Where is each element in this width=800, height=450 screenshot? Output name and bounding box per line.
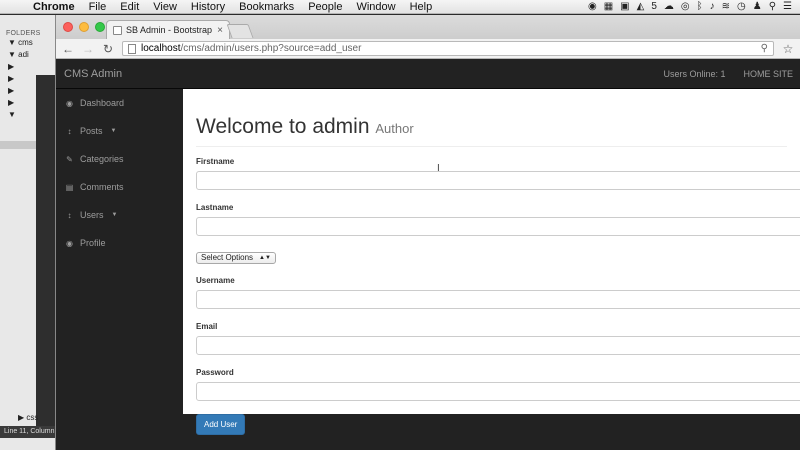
spotlight-search-icon[interactable]: ⚲ xyxy=(769,1,776,12)
sidebar-item-posts[interactable]: ↕ Posts ▼ xyxy=(56,117,183,145)
zoom-window-button[interactable] xyxy=(95,22,105,32)
status-badge: 5 xyxy=(651,1,657,12)
address-bar[interactable]: localhost/cms/admin/users.php?source=add… xyxy=(122,41,774,56)
page-icon xyxy=(128,43,136,54)
favicon-icon xyxy=(113,25,122,35)
caret-down-icon: ▼ xyxy=(111,212,118,218)
menu-app-name[interactable]: Chrome xyxy=(26,0,82,14)
folders-label: FOLDERS xyxy=(6,30,41,37)
record-icon[interactable]: ◉ xyxy=(588,1,597,12)
bluetooth-icon[interactable]: ᛒ xyxy=(697,1,703,12)
sidebar-item-label: Comments xyxy=(80,182,124,192)
time-machine-icon[interactable]: ◷ xyxy=(737,1,746,12)
arrows-v-icon: ↕ xyxy=(67,126,72,136)
sidebar-nav: ◉ Dashboard ↕ Posts ▼ ✎ Categories ▤ Com… xyxy=(56,89,183,450)
dashboard-icon: ◉ xyxy=(66,238,73,248)
sidebar-item-label: Posts xyxy=(80,126,103,136)
text-cursor-icon: I xyxy=(437,163,440,174)
role-select-value: Select Options xyxy=(201,253,254,262)
select-arrows-icon: ▲▼ xyxy=(259,254,271,261)
tree-item[interactable]: ▶ xyxy=(8,61,55,73)
firstname-input[interactable] xyxy=(196,171,800,190)
sidebar-item-profile[interactable]: ◉ Profile xyxy=(56,229,183,257)
sidebar-item-label: Users xyxy=(80,210,104,220)
editor-status-bar: Line 11, Column xyxy=(0,426,55,438)
username-label: Username xyxy=(196,275,235,285)
tab-close-icon[interactable]: × xyxy=(217,25,223,36)
menu-people[interactable]: People xyxy=(301,0,349,14)
sidebar-item-dashboard[interactable]: ◉ Dashboard xyxy=(56,89,183,117)
username-input[interactable] xyxy=(196,289,800,309)
menu-help[interactable]: Help xyxy=(403,0,440,14)
password-label: Password xyxy=(196,367,234,377)
sidebar-item-comments[interactable]: ▤ Comments xyxy=(56,173,183,201)
sidebar-item-label: Categories xyxy=(80,154,124,164)
tab-title: SB Admin - Bootstrap Adm xyxy=(126,25,213,35)
users-online-text: Users Online: 1 xyxy=(663,69,726,79)
page-subtitle: Author xyxy=(375,121,414,136)
url-path: /cms/admin/users.php?source=add_user xyxy=(180,43,362,54)
editor-code-pane xyxy=(36,75,55,435)
main-content: Welcome to admin Author Firstname Lastna… xyxy=(183,89,800,435)
browser-toolbar: ← → ↻ localhost/cms/admin/users.php?sour… xyxy=(56,39,800,59)
close-window-button[interactable] xyxy=(63,22,73,32)
volume-icon[interactable]: ♪ xyxy=(710,1,715,12)
tree-item[interactable]: ▶ css xyxy=(10,412,38,424)
lastname-input[interactable] xyxy=(196,217,800,236)
wrench-icon: ✎ xyxy=(66,154,73,164)
url-host: localhost xyxy=(141,43,181,54)
lastname-label: Lastname xyxy=(196,203,234,212)
add-user-button[interactable]: Add User xyxy=(196,413,246,435)
caret-down-icon: ▼ xyxy=(110,128,117,134)
sidebar-item-label: Dashboard xyxy=(80,98,125,108)
home-site-link[interactable]: HOME SITE xyxy=(743,69,793,79)
app-tray-icon[interactable]: ▦ xyxy=(604,1,613,12)
web-page: CMS Admin Users Online: 1 HOME SITE ◉ Da… xyxy=(56,60,800,450)
menu-bookmarks[interactable]: Bookmarks xyxy=(232,0,301,14)
menu-view[interactable]: View xyxy=(146,0,184,14)
role-select[interactable]: Select Options ▲▼ xyxy=(196,251,276,264)
cloud-icon[interactable]: ☁ xyxy=(664,1,674,12)
sidebar-item-users[interactable]: ↕ Users ▼ xyxy=(56,201,183,229)
minimize-window-button[interactable] xyxy=(79,22,89,32)
sidebar-item-categories[interactable]: ✎ Categories xyxy=(56,145,183,173)
zoom-magnifier-icon[interactable]: ⚲ xyxy=(761,43,768,54)
back-arrow-icon[interactable]: ← xyxy=(62,42,74,56)
menu-edit[interactable]: Edit xyxy=(113,0,146,14)
evernote-icon[interactable]: ▣ xyxy=(620,1,629,12)
background-editor-window: FOLDERS ▼ cms ▼ adi ▶ ▶ ▶ ▶ ▼ ▶ css Line… xyxy=(0,15,56,450)
user-icon[interactable]: ♟ xyxy=(753,1,762,12)
window-controls xyxy=(63,22,105,32)
eye-icon[interactable]: ◎ xyxy=(681,1,690,12)
adobe-icon[interactable]: ◭ xyxy=(637,1,645,12)
firstname-label: Firstname xyxy=(196,157,235,166)
mac-menu-bar: Chrome File Edit View History Bookmarks … xyxy=(0,0,800,14)
file-icon: ▤ xyxy=(65,182,74,192)
password-input[interactable] xyxy=(196,381,800,401)
wifi-icon[interactable]: ≋ xyxy=(722,1,730,12)
page-title: Welcome to admin Author xyxy=(196,115,787,147)
bookmark-star-icon[interactable]: ☆ xyxy=(782,42,794,56)
sidebar-item-label: Profile xyxy=(80,238,106,248)
email-input[interactable] xyxy=(196,335,800,355)
tree-item[interactable]: ▼ cms xyxy=(8,37,55,49)
browser-tab-active[interactable]: SB Admin - Bootstrap Adm × xyxy=(106,20,230,39)
tree-item[interactable]: ▼ adi xyxy=(8,49,55,61)
notification-center-icon[interactable]: ☰ xyxy=(783,1,792,12)
arrows-v-icon: ↕ xyxy=(67,210,72,220)
page-title-main: Welcome to admin xyxy=(196,115,370,138)
new-tab-button[interactable] xyxy=(226,24,254,38)
brand-link[interactable]: CMS Admin xyxy=(64,68,122,80)
top-navbar: CMS Admin Users Online: 1 HOME SITE xyxy=(56,60,800,89)
menu-status-area: ◉ ▦ ▣ ◭ 5 ☁ ◎ ᛒ ♪ ≋ ◷ ♟ ⚲ ☰ xyxy=(588,1,800,12)
menu-file[interactable]: File xyxy=(82,0,114,14)
menu-history[interactable]: History xyxy=(184,0,232,14)
menu-window[interactable]: Window xyxy=(349,0,402,14)
forward-arrow-icon[interactable]: → xyxy=(82,42,94,56)
browser-window: SB Admin - Bootstrap Adm × ← → ↻ localho… xyxy=(55,15,800,450)
reload-icon[interactable]: ↻ xyxy=(102,42,114,56)
email-label: Email xyxy=(196,321,218,331)
dashboard-icon: ◉ xyxy=(66,98,73,108)
tab-strip: SB Admin - Bootstrap Adm × xyxy=(56,15,800,39)
